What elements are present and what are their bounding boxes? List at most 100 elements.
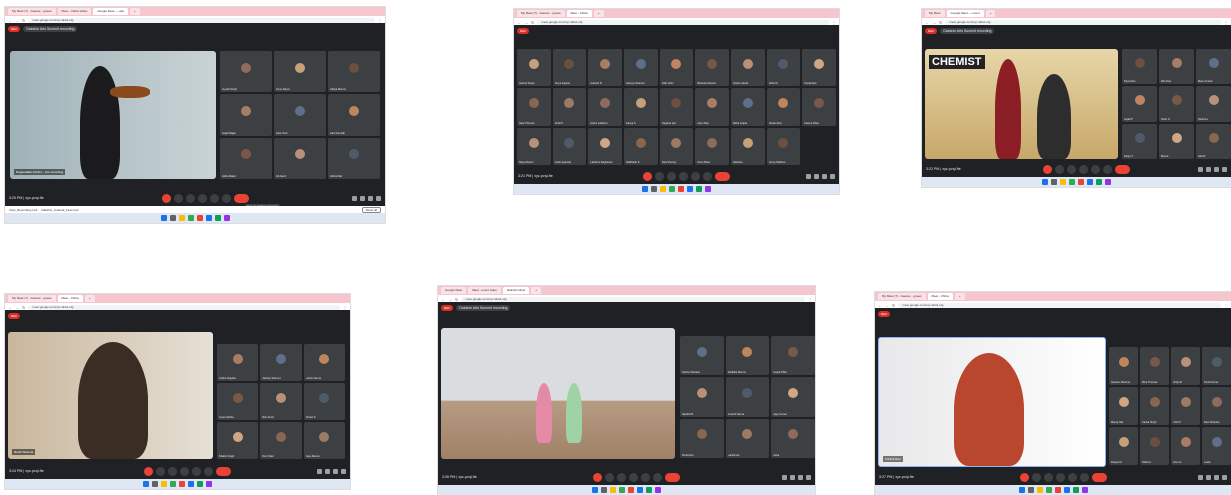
browser-tab[interactable]: My Meet (7) - Gaurav - gmeet (517, 10, 565, 17)
participant-tile[interactable]: Ayushi Singh (220, 51, 272, 93)
participant-tile[interactable]: Bhavana Menon (695, 49, 729, 87)
participant-tile[interactable]: Sneha Jacob (731, 49, 765, 87)
captions-icon[interactable] (667, 171, 676, 181)
participant-tile[interactable]: Harini Lakshmi (588, 88, 622, 126)
browser-tab[interactable]: Meet - Chitra (57, 295, 83, 302)
start-icon[interactable] (143, 481, 149, 487)
url-field[interactable]: meet.google.com/xyz-abcd-efg (537, 19, 829, 25)
start-icon[interactable] (1042, 179, 1048, 185)
participant-tile[interactable]: Nitya Menon (517, 127, 551, 165)
new-tab-icon[interactable]: + (593, 10, 604, 17)
hand-icon[interactable] (1079, 164, 1088, 174)
participant-tile[interactable]: Smita Roy (680, 418, 724, 458)
hang-up-icon[interactable] (233, 193, 249, 203)
store-icon[interactable] (669, 186, 675, 192)
participant-tile[interactable]: Aisha Baker (220, 137, 272, 179)
present-icon[interactable] (192, 466, 201, 476)
participant-tile[interactable]: Aarti Kamath (328, 94, 380, 136)
mic-icon[interactable] (144, 466, 153, 476)
participant-tile[interactable]: Manu Kurian (1196, 49, 1231, 85)
browser-tab[interactable]: Google Meet — ask (93, 8, 128, 15)
participant-tile[interactable]: Tara Shenoy (659, 127, 694, 165)
more-icon[interactable] (1103, 164, 1112, 174)
files-icon[interactable] (1036, 487, 1043, 493)
participant-tile[interactable]: Keerthi Varma (725, 377, 770, 417)
reload-icon[interactable]: ↻ (455, 297, 458, 302)
hang-up-icon[interactable] (715, 171, 730, 181)
back-icon[interactable]: ← (8, 18, 12, 23)
mic-icon[interactable] (1043, 164, 1052, 174)
participant-tile[interactable]: Sneha Shankar (680, 336, 724, 376)
participant-tile[interactable]: Sara Thomas (517, 88, 551, 126)
forward-icon[interactable]: → (524, 20, 528, 25)
browser-tab[interactable]: My Meet (7) - Gaurav - gmeet (8, 295, 56, 302)
chat-icon[interactable] (798, 474, 803, 480)
participant-tile[interactable]: Ishaan Roy (766, 88, 801, 126)
participant-tile[interactable]: Rohit P (552, 88, 587, 126)
activities-icon[interactable] (806, 474, 811, 480)
more-icon[interactable] (1079, 472, 1089, 482)
captions-icon[interactable] (168, 466, 177, 476)
new-tab-icon[interactable]: + (985, 10, 996, 17)
edge-icon[interactable] (687, 186, 693, 192)
hand-icon[interactable] (197, 193, 207, 203)
participant-tile[interactable]: Siddharth K (624, 127, 658, 165)
url-field[interactable]: meet.google.com/xyz-abcd-efg (898, 302, 1221, 308)
info-icon[interactable] (782, 474, 787, 480)
menu-icon[interactable]: ⋮ (1224, 20, 1228, 25)
more-icon[interactable] (221, 193, 231, 203)
chat-icon[interactable] (1214, 474, 1219, 480)
participant-tile[interactable]: Kavita Singh (1140, 387, 1169, 425)
browser-tab[interactable]: Google Meet (441, 287, 467, 294)
participant-tile[interactable]: Aditi Joshi (659, 49, 694, 87)
browser-tab[interactable]: Meet - Chitra (927, 293, 953, 300)
menu-icon[interactable]: ⋮ (808, 297, 812, 302)
participant-tile[interactable]: Akshara (731, 127, 765, 165)
chrome-icon[interactable] (1054, 487, 1061, 493)
info-icon[interactable] (806, 173, 811, 179)
reload-icon[interactable]: ↻ (892, 303, 895, 308)
participant-tile[interactable]: Nandini B (680, 377, 724, 417)
search-icon[interactable] (152, 481, 158, 487)
participant-tile[interactable]: Gopal Pillai (771, 336, 815, 376)
hang-up-icon[interactable] (1091, 472, 1107, 482)
store-icon[interactable] (619, 487, 625, 493)
sheets-icon[interactable] (696, 186, 702, 192)
camera-icon[interactable] (1055, 164, 1064, 174)
info-icon[interactable] (352, 195, 357, 201)
participant-tile[interactable]: Fatima Khan (802, 88, 836, 126)
present-icon[interactable] (209, 193, 219, 203)
chrome-icon[interactable] (1078, 179, 1084, 185)
participant-tile[interactable]: Shalini Singh (217, 422, 259, 459)
app-icon[interactable] (705, 186, 711, 192)
sheets-icon[interactable] (1096, 179, 1102, 185)
participant-tile[interactable]: Athira Nair (328, 137, 380, 179)
menu-icon[interactable]: ⋮ (832, 20, 836, 25)
search-icon[interactable] (169, 215, 176, 221)
participant-tile[interactable]: Radhika Menon (725, 336, 770, 376)
start-icon[interactable] (592, 487, 598, 493)
participant-tile[interactable]: Anjali Rajan (220, 94, 272, 136)
files-icon[interactable] (161, 481, 167, 487)
participant-tile[interactable]: Ajay Kumar (771, 377, 815, 417)
participant-tile[interactable]: Dev Patel (260, 422, 302, 459)
url-field[interactable]: meet.google.com/xyz-abcd-efg (28, 304, 340, 310)
forward-icon[interactable]: → (448, 297, 452, 302)
store-icon[interactable] (1045, 487, 1052, 493)
browser-tab[interactable]: Meet - Chitra Video (57, 8, 92, 15)
back-icon[interactable]: ← (925, 20, 929, 25)
chrome-icon[interactable] (678, 186, 684, 192)
edge-icon[interactable] (637, 487, 643, 493)
new-tab-icon[interactable]: + (129, 8, 140, 15)
camera-icon[interactable] (173, 193, 183, 203)
present-icon[interactable] (1091, 164, 1100, 174)
participant-tile[interactable]: Sunil Kumar (1202, 347, 1231, 385)
menu-icon[interactable]: ⋮ (1224, 303, 1228, 308)
new-tab-icon[interactable]: + (84, 295, 95, 302)
chat-icon[interactable] (333, 468, 338, 474)
participant-tile[interactable]: Anshul Singh (517, 49, 551, 87)
participant-tile[interactable]: Pooja Rao (802, 49, 836, 87)
mic-icon[interactable] (161, 193, 171, 203)
new-tab-icon[interactable]: + (531, 287, 541, 294)
participant-tile[interactable]: Gita R (1196, 123, 1231, 159)
